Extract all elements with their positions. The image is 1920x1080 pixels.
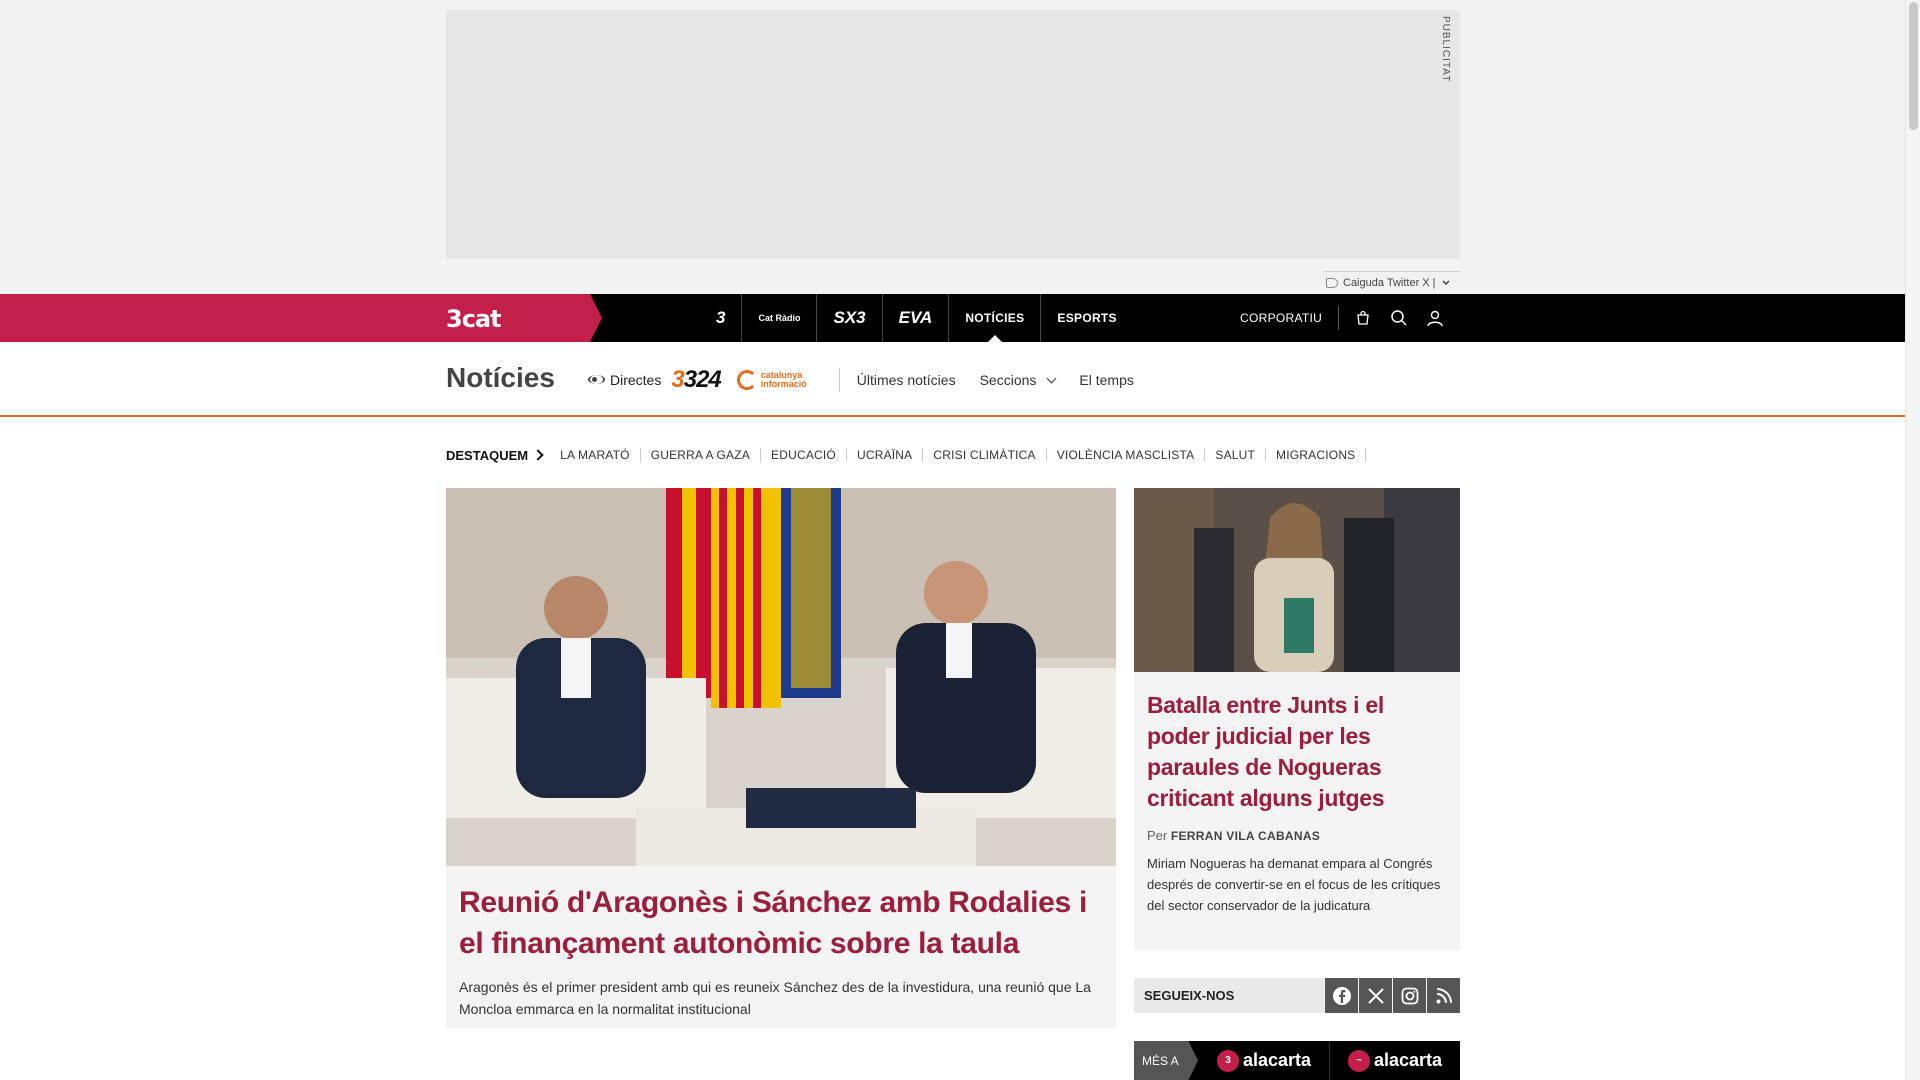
x-icon[interactable] <box>1358 978 1392 1013</box>
section-title[interactable]: Notícies <box>446 362 555 394</box>
tv3-badge-icon: 3 <box>1216 1049 1239 1072</box>
section-nav: Directes 3324 catalunya informació Últim… <box>588 366 1141 394</box>
highlight-item[interactable]: VIOLÈNCIA MASCLISTA <box>1047 448 1206 462</box>
shop-icon[interactable] <box>1345 294 1381 342</box>
ad-meta-text: Caiguda Twitter X | <box>1343 276 1436 289</box>
catinfo-icon <box>736 370 757 390</box>
channel-eva[interactable]: EVA <box>883 294 950 342</box>
channel-tv3[interactable]: 3 <box>700 294 743 342</box>
chevron-down-icon <box>1442 279 1450 285</box>
3cat24-logo[interactable]: 3324 <box>671 366 721 394</box>
nav-esports[interactable]: ESPORTS <box>1041 294 1132 342</box>
facebook-icon[interactable] <box>1324 978 1358 1013</box>
ad-area: PUBLICITAT Caiguda Twitter X | <box>0 0 1905 294</box>
catalunya-informacio-logo[interactable]: catalunya informació <box>736 368 840 392</box>
live-icon <box>588 375 605 385</box>
highlights-heading[interactable]: DESTAQUEM <box>446 448 544 463</box>
instagram-icon[interactable] <box>1392 978 1426 1013</box>
main-article-summary: Aragonès és el primer president amb qui … <box>459 979 1091 1017</box>
highlight-item[interactable]: EDUCACIÓ <box>761 448 847 462</box>
follow-us-bar: SEGUEIX-NOS <box>1134 978 1460 1013</box>
side-article-summary: Miriam Nogueras ha demanat empara al Con… <box>1147 856 1441 913</box>
alacarta-bar: MÉS A 3 alacarta ~ alacarta <box>1134 1041 1460 1080</box>
author-name[interactable]: FERRAN VILA CABANAS <box>1171 829 1320 843</box>
highlight-item[interactable]: MIGRACIONS <box>1266 448 1367 462</box>
tv3-alacarta-link[interactable]: 3 alacarta <box>1188 1041 1329 1080</box>
chevron-down-icon <box>1046 373 1057 383</box>
catradio-badge-icon: ~ <box>1347 1049 1370 1072</box>
seccions-dropdown[interactable]: Seccions <box>980 372 1057 388</box>
scrollbar-thumb[interactable] <box>1909 2 1918 130</box>
side-article-byline: Per FERRAN VILA CABANAS <box>1147 828 1321 843</box>
top-navigation: 3cat 3 Cat Ràdio SX3 EVA NOTÍCIES ESPORT… <box>0 294 1905 342</box>
highlight-item[interactable]: CRISI CLIMÀTICA <box>923 448 1047 462</box>
3cat-logo[interactable]: 3cat <box>446 305 502 333</box>
ad-label: PUBLICITAT <box>1440 16 1451 83</box>
directes-label: Directes <box>610 372 662 388</box>
chevron-right-icon <box>532 449 544 461</box>
highlights-bar: DESTAQUEM LA MARATÓ GUERRA A GAZA EDUCAC… <box>446 444 1367 466</box>
main-article-image[interactable] <box>446 488 1116 866</box>
channel-list: 3 Cat Ràdio SX3 EVA NOTÍCIES ESPORTS <box>700 294 1133 342</box>
highlight-item[interactable]: SALUT <box>1205 448 1267 462</box>
nav-corporatiu[interactable]: CORPORATIU <box>1240 306 1340 330</box>
tag-icon <box>1326 277 1338 288</box>
brand-band <box>0 294 602 342</box>
side-article-card[interactable]: Batalla entre Junts i el poder judicial … <box>1134 488 1460 950</box>
side-article-title[interactable]: Batalla entre Junts i el poder judicial … <box>1147 690 1447 814</box>
user-icon[interactable] <box>1417 294 1453 342</box>
highlight-item[interactable]: UCRAÏNA <box>847 448 924 462</box>
side-article-image[interactable] <box>1134 488 1460 672</box>
highlight-item[interactable]: GUERRA A GAZA <box>641 448 762 462</box>
section-header: Notícies Directes 3324 catalunya informa… <box>0 342 1905 417</box>
main-article-card[interactable]: Reunió d'Aragonès i Sánchez amb Rodalies… <box>446 488 1116 1028</box>
nav-noticies[interactable]: NOTÍCIES <box>949 294 1042 342</box>
channel-sx3[interactable]: SX3 <box>817 294 883 342</box>
directes-link[interactable]: Directes <box>588 372 661 388</box>
catradio-alacarta-link[interactable]: ~ alacarta <box>1329 1041 1460 1080</box>
ad-banner[interactable] <box>446 10 1460 259</box>
follow-label: SEGUEIX-NOS <box>1144 988 1235 1003</box>
page-scrollbar[interactable] <box>1905 0 1920 1080</box>
ad-meta[interactable]: Caiguda Twitter X | <box>1324 271 1460 293</box>
search-icon[interactable] <box>1381 294 1417 342</box>
ultimes-noticies-link[interactable]: Últimes notícies <box>857 372 956 388</box>
rss-icon[interactable] <box>1426 978 1460 1013</box>
main-article-title[interactable]: Reunió d'Aragonès i Sánchez amb Rodalies… <box>459 882 1103 964</box>
nav-right: CORPORATIU <box>1240 294 1453 342</box>
mes-a-label: MÉS A <box>1134 1041 1198 1080</box>
highlight-item[interactable]: LA MARATÓ <box>550 448 641 462</box>
channel-catradio[interactable]: Cat Ràdio <box>742 294 818 342</box>
el-temps-link[interactable]: El temps <box>1079 372 1133 388</box>
